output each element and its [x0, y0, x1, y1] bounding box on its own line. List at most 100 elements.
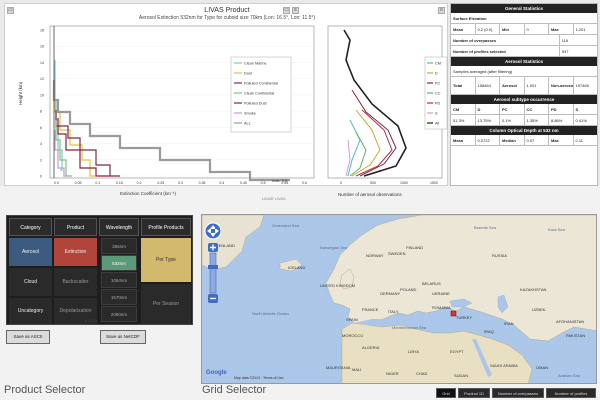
x-tick-label: 0.5: [261, 181, 266, 185]
map-place-label: MAURITANIA: [326, 365, 351, 370]
map-place-label: TURKEY: [456, 315, 473, 320]
aod-header: Column Optical Depth at 532 nm: [451, 126, 597, 135]
y-tick-label: 10: [40, 93, 44, 97]
stats-cell: Total: [451, 77, 476, 94]
legend-label: Polluted Continental: [244, 82, 278, 86]
header-category: Category: [9, 218, 52, 236]
legend-label: Polluted Dust: [244, 102, 268, 106]
right-legend-label: D: [435, 72, 438, 76]
legend-label: Smoke: [244, 112, 256, 116]
stats-cell: Surface Elevation: [453, 16, 487, 21]
right-legend-label: All: [435, 122, 439, 126]
stats-row: Mean 0.2 (0.0) Min 0 Max 1.201: [451, 24, 597, 35]
product-1d-button[interactable]: Product 1D: [458, 388, 490, 398]
subtype-header: Aerosol subtype occurrence: [451, 95, 597, 104]
stats-cell: 0.41%: [575, 118, 587, 123]
category-aerosol[interactable]: Aerosol: [9, 238, 52, 266]
save-netcdf-button[interactable]: Save as NetCDF: [100, 330, 146, 344]
stats-cell: 0.1%: [500, 115, 525, 125]
map-place-label: SUDAN: [454, 373, 469, 378]
wavelength-532[interactable]: 532nm: [101, 255, 137, 271]
stats-cell: 0.2 (0.0): [476, 24, 500, 34]
map-ocean-label: Barents Sea: [474, 225, 497, 230]
category-uncategory[interactable]: Uncategory: [9, 298, 52, 324]
map-place-label: ITALY: [388, 309, 399, 314]
stats-row: CM D PC CC PD S: [451, 104, 597, 115]
right-legend-label: CM: [435, 62, 441, 66]
product-selector-table: Category Product Wavelength Profile Prod…: [6, 215, 193, 325]
map-place-label: RUSSIA: [492, 253, 507, 258]
stats-cell: 0: [525, 24, 549, 34]
map-place-label: POLAND: [400, 287, 417, 292]
profiles-button[interactable]: Number of profiles: [546, 388, 596, 398]
right-x-tick-label: 0: [340, 181, 342, 185]
right-x-tick-label: 500: [370, 181, 376, 185]
map-place-label: EGYPT: [450, 349, 464, 354]
stats-cell: 1.001: [525, 77, 549, 94]
stats-cell: Mean: [451, 24, 476, 34]
x-tick-label: 0.0: [54, 181, 59, 185]
stats-panel: General Statistics Surface Elevation Mea…: [450, 3, 598, 186]
legend-label: Dust: [244, 72, 253, 76]
x-tick-label: 0.15: [116, 181, 123, 185]
right-x-tick-label: 1500: [430, 181, 438, 185]
map-place-label: OMAN: [536, 365, 548, 370]
category-cloud[interactable]: Cloud: [9, 268, 52, 296]
product-selector-label: Product Selector: [4, 384, 86, 396]
stats-cell: 1.201: [575, 27, 586, 32]
map-place-label: PAKISTAN: [566, 333, 586, 338]
zoom-slider-handle[interactable]: [208, 265, 218, 269]
header-wavelength: Wavelength: [99, 218, 139, 236]
map-ocean-label: Kara Sea: [548, 227, 565, 232]
stats-cell: 116: [561, 38, 569, 43]
overpasses-button[interactable]: Number of overpasses: [492, 388, 544, 398]
wavelength-355[interactable]: 355nm: [101, 238, 137, 254]
map-zoom-control: [204, 222, 222, 303]
stats-cell: PD: [549, 104, 574, 114]
map-place-label: KAZAKHSTAN: [520, 287, 547, 292]
grid-selector-label: Grid Selector: [202, 384, 267, 396]
wavelength-1064[interactable]: 1064nm: [101, 272, 137, 288]
stats-cell: CM: [451, 104, 476, 114]
x-tick-label: 0.35: [199, 181, 206, 185]
profile-per-type[interactable]: Per Type: [141, 238, 191, 282]
general-stats-header: General Statistics: [451, 4, 597, 13]
product-extinction[interactable]: Extinction: [54, 238, 97, 266]
stats-cell: Min: [500, 24, 525, 34]
product-backscatter[interactable]: Backscatter: [54, 268, 97, 296]
y-tick-label: 18: [40, 29, 44, 33]
wavelength-1570[interactable]: 1570nm: [101, 289, 137, 305]
right-legend-label: PC: [435, 82, 441, 86]
map-place-label: MALI: [352, 367, 362, 372]
left-xlabel: Extinction Coefficient (km⁻¹): [120, 191, 177, 196]
stats-cell: Max: [549, 135, 574, 145]
map-place-label: SWEDEN: [388, 251, 406, 256]
stats-cell: 13.75%: [476, 115, 500, 125]
x-tick-label: 0.25: [157, 181, 164, 185]
profile-per-season[interactable]: Per Season: [141, 284, 191, 324]
map-place-label: ROMANIA: [432, 305, 451, 310]
stats-cell: D: [476, 104, 500, 114]
stats-cell: 158464: [476, 77, 500, 94]
grid-map[interactable]: GREENLAND ICELAND NORWAY SWEDEN FINLAND RUSSI…: [201, 214, 597, 384]
right-plot: Number of aerosol observations 0 500 1000 1…: [327, 25, 448, 197]
stats-cell: Number of overpasses: [451, 35, 560, 45]
stats-cell: S: [575, 107, 579, 112]
map-place-label: AFGHANISTAN: [556, 319, 585, 324]
y-tick-label: 16: [40, 45, 44, 49]
zoom-slider-track[interactable]: [209, 252, 217, 294]
map-place-label: FRANCE: [362, 307, 379, 312]
stats-cell: 0.11: [575, 138, 584, 143]
stats-cell: 1.35%: [525, 115, 549, 125]
stats-cell: 537: [561, 49, 569, 54]
wavelength-2050[interactable]: 2050nm: [101, 306, 137, 322]
stats-cell: Number of profiles selected: [451, 46, 560, 56]
left-plot: Height (km) Extinction Coefficient (km⁻¹…: [18, 25, 315, 196]
stats-cell: Samples averaged (after filtering): [453, 69, 513, 74]
grid-button[interactable]: Grid: [436, 388, 456, 398]
map-ocean-label: Arabian Sea: [558, 373, 581, 378]
save-ascii-button[interactable]: Save as ASCII: [6, 330, 50, 344]
map-terms[interactable]: Map data ©2013 · Terms of Use: [234, 376, 284, 380]
right-xlabel: Number of aerosol observations: [338, 192, 403, 197]
land-africa: [341, 322, 533, 383]
